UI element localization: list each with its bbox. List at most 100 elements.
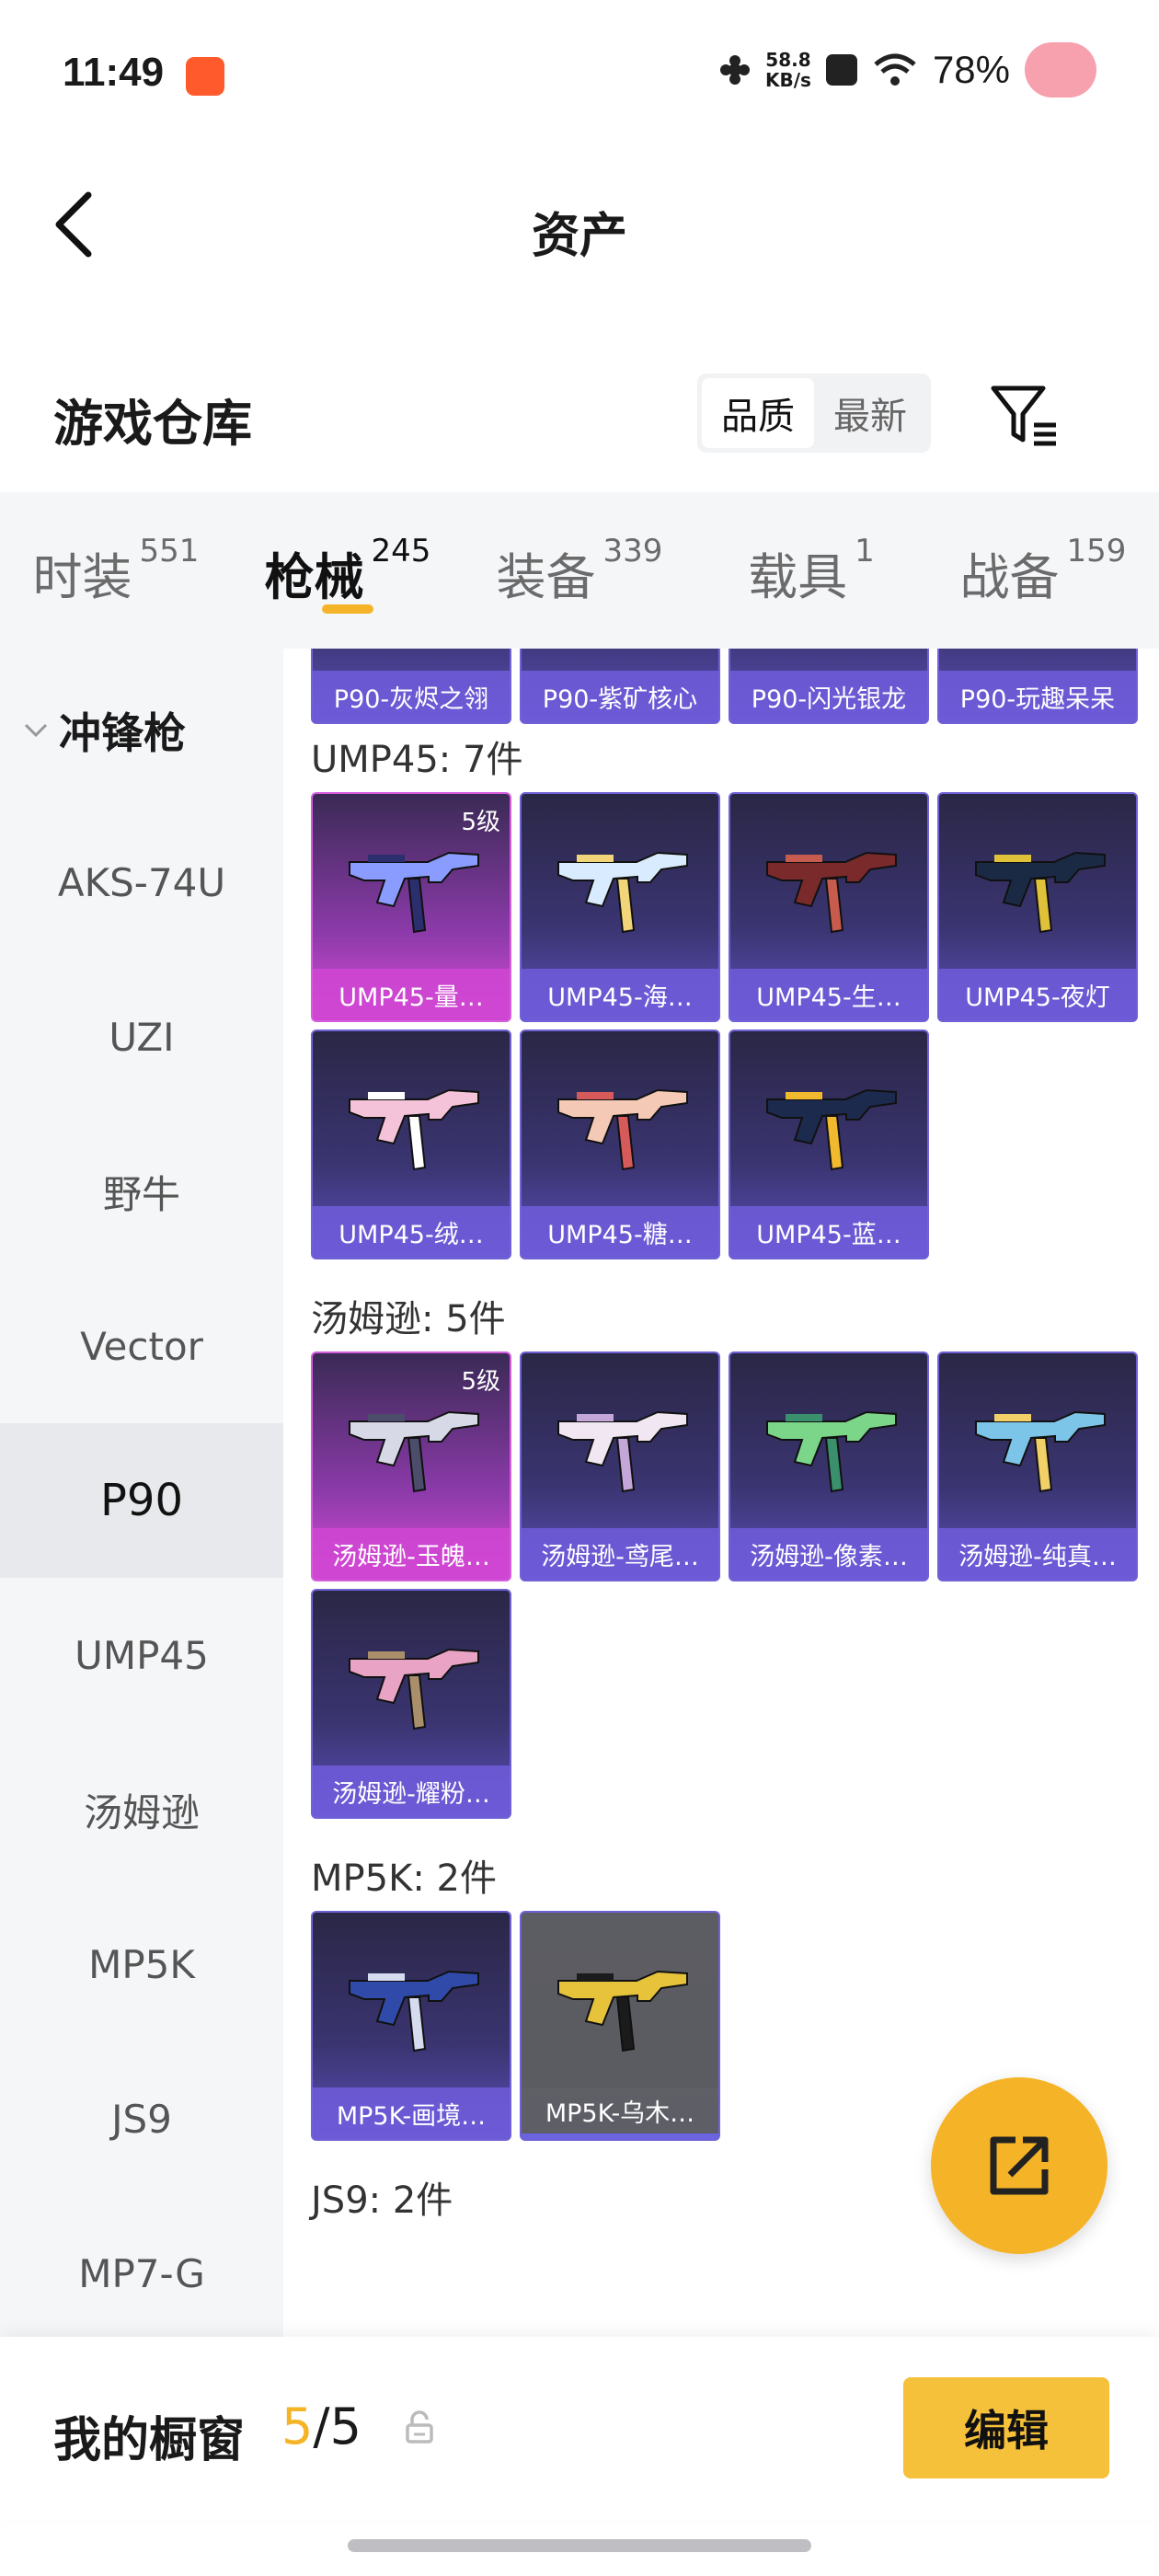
battery-level: 78% bbox=[932, 48, 1010, 91]
sidebar-item-vector[interactable]: Vector bbox=[0, 1269, 283, 1423]
status-right: 58.8 KB/s 78% bbox=[719, 42, 1096, 98]
app-notification-icon bbox=[186, 57, 224, 96]
tab-count: 245 bbox=[371, 533, 431, 569]
flower-icon bbox=[719, 55, 750, 85]
tab-supplies[interactable]: 战备 159 bbox=[927, 492, 1159, 649]
weapon-name: UMP45-蓝… bbox=[730, 1206, 927, 1258]
weapon-skin-image bbox=[349, 851, 479, 934]
weapon-card[interactable]: UMP45-绒… bbox=[311, 1029, 511, 1259]
tab-count: 551 bbox=[139, 533, 200, 569]
showcase-count-separator: / bbox=[313, 2398, 330, 2455]
weapon-card[interactable]: 汤姆逊-鸢尾… bbox=[520, 1351, 720, 1581]
filter-icon[interactable] bbox=[990, 383, 1060, 447]
weapon-card[interactable]: UMP45-糖… bbox=[520, 1029, 720, 1259]
share-export-icon bbox=[990, 2136, 1049, 2195]
weapon-card[interactable]: UMP45-海… bbox=[520, 792, 720, 1022]
sort-toggle: 品质 最新 bbox=[697, 374, 931, 453]
weapon-name: 汤姆逊-像素… bbox=[730, 1528, 927, 1580]
weapon-name: 汤姆逊-鸢尾… bbox=[522, 1528, 718, 1580]
weapon-card[interactable]: UMP45-生… bbox=[729, 792, 929, 1022]
weapon-name: UMP45-量… bbox=[313, 969, 510, 1020]
tab-fashion[interactable]: 时装 551 bbox=[0, 492, 232, 649]
tab-label: 载具 bbox=[748, 548, 848, 606]
tab-count: 1 bbox=[855, 533, 875, 569]
page-title: 资产 bbox=[531, 209, 627, 264]
status-time: 11:49 bbox=[63, 50, 165, 95]
sort-quality-button[interactable]: 品质 bbox=[702, 378, 814, 448]
sidebar-item-aks74u[interactable]: AKS-74U bbox=[0, 805, 283, 960]
weapon-skin-image bbox=[349, 1648, 479, 1731]
sort-latest-button[interactable]: 最新 bbox=[814, 378, 926, 448]
tab-count: 339 bbox=[602, 533, 663, 569]
showcase-count: 5/5 bbox=[281, 2398, 361, 2455]
weapon-skin-image bbox=[975, 851, 1106, 934]
section-title: 汤姆逊: 5件 bbox=[311, 1298, 506, 1340]
weapon-card[interactable]: P90-灰烬之翎 bbox=[311, 649, 511, 724]
tab-label: 装备 bbox=[496, 548, 596, 606]
weapon-name: P90-灰烬之翎 bbox=[313, 671, 510, 722]
showcase-bar: 我的橱窗 5/5 编辑 bbox=[0, 2337, 1159, 2521]
showcase-count-total: 5 bbox=[329, 2398, 361, 2455]
tab-firearms[interactable]: 枪械 245 bbox=[232, 492, 464, 649]
edit-button[interactable]: 编辑 bbox=[903, 2377, 1109, 2478]
sidebar-item-bizon[interactable]: 野牛 bbox=[0, 1114, 283, 1269]
weapon-name: P90-紫矿核心 bbox=[522, 671, 718, 722]
sidebar-item-p90[interactable]: P90 bbox=[0, 1423, 283, 1578]
avatar-pig-icon bbox=[1025, 42, 1096, 98]
home-indicator[interactable] bbox=[348, 2539, 811, 2552]
sidebar-item-ump45[interactable]: UMP45 bbox=[0, 1578, 283, 1732]
tab-vehicles[interactable]: 载具 1 bbox=[695, 492, 927, 649]
weapon-name: UMP45-糖… bbox=[522, 1206, 718, 1258]
weapon-card[interactable]: 5级汤姆逊-玉魄… bbox=[311, 1351, 511, 1581]
level-badge: 5级 bbox=[461, 1368, 500, 1396]
weapon-skin-image bbox=[766, 851, 897, 934]
sidebar-item-mp5k[interactable]: MP5K bbox=[0, 1887, 283, 2041]
net-speed-value: 58.8 bbox=[765, 49, 811, 71]
category-tabs: 时装 551 枪械 245 装备 339 载具 1 战备 159 bbox=[0, 492, 1159, 649]
weapon-skin-image bbox=[557, 1088, 688, 1171]
tab-label: 枪械 bbox=[264, 548, 364, 606]
tab-equipment[interactable]: 装备 339 bbox=[464, 492, 695, 649]
sidebar-category-smg[interactable]: 冲锋枪 bbox=[22, 700, 186, 761]
weapon-card[interactable]: P90-紫矿核心 bbox=[520, 649, 720, 724]
level-badge: 5级 bbox=[461, 809, 500, 836]
weapon-skin-image bbox=[557, 1970, 688, 2053]
weapon-skin-image bbox=[557, 851, 688, 934]
weapon-name: MP5K-乌木… bbox=[522, 2087, 718, 2139]
section-title: UMP45: 7件 bbox=[311, 739, 523, 781]
weapon-name: 汤姆逊-玉魄… bbox=[313, 1528, 510, 1580]
net-speed-unit: KB/s bbox=[764, 69, 811, 91]
net-speed: 58.8 KB/s bbox=[765, 50, 811, 90]
sidebar-item-uzi[interactable]: UZI bbox=[0, 960, 283, 1114]
wifi-icon bbox=[874, 53, 916, 86]
weapon-card[interactable]: UMP45-夜灯 bbox=[937, 792, 1138, 1022]
weapon-card[interactable]: P90-玩趣呆呆 bbox=[937, 649, 1138, 724]
showcase-label: 我的橱窗 bbox=[53, 2413, 246, 2468]
weapon-card[interactable]: 5级 UMP45-量… bbox=[311, 792, 511, 1022]
sidebar-item-mp7g[interactable]: MP7-G bbox=[0, 2196, 283, 2351]
weapon-card[interactable]: 汤姆逊-像素… bbox=[729, 1351, 929, 1581]
weapon-name: 汤姆逊-纯真… bbox=[939, 1528, 1136, 1580]
weapon-name: UMP45-生… bbox=[730, 969, 927, 1020]
warehouse-header: 游戏仓库 品质 最新 bbox=[0, 340, 1159, 488]
weapon-card[interactable]: UMP45-蓝… bbox=[729, 1029, 929, 1259]
weapon-card[interactable]: 汤姆逊-纯真… bbox=[937, 1351, 1138, 1581]
sidebar-item-js9[interactable]: JS9 bbox=[0, 2041, 283, 2196]
weapon-sidebar: 冲锋枪 AKS-74U UZI 野牛 Vector P90 UMP45 汤姆逊 … bbox=[0, 649, 283, 2337]
weapon-skin-image bbox=[766, 1088, 897, 1171]
sidebar-category-label: 冲锋枪 bbox=[59, 708, 186, 758]
weapon-card[interactable]: MP5K-乌木… bbox=[520, 1911, 720, 2141]
page: 11:49 58.8 KB/s 78% 资产 游戏仓库 品质 最新 时装 551… bbox=[0, 0, 1159, 2576]
weapon-skin-image bbox=[766, 1410, 897, 1493]
tab-label: 时装 bbox=[32, 548, 132, 606]
weapon-card[interactable]: P90-闪光银龙 bbox=[729, 649, 929, 724]
status-bar: 11:49 58.8 KB/s 78% bbox=[0, 0, 1159, 138]
share-button[interactable] bbox=[931, 2077, 1107, 2254]
weapon-card[interactable]: 汤姆逊-耀粉… bbox=[311, 1589, 511, 1819]
chevron-down-icon bbox=[24, 723, 48, 738]
sim-off-icon bbox=[825, 54, 857, 86]
weapon-card[interactable]: MP5K-画境… bbox=[311, 1911, 511, 2141]
tab-count: 159 bbox=[1066, 533, 1127, 569]
sidebar-item-thompson[interactable]: 汤姆逊 bbox=[0, 1732, 283, 1887]
weapon-name: P90-玩趣呆呆 bbox=[939, 671, 1136, 722]
